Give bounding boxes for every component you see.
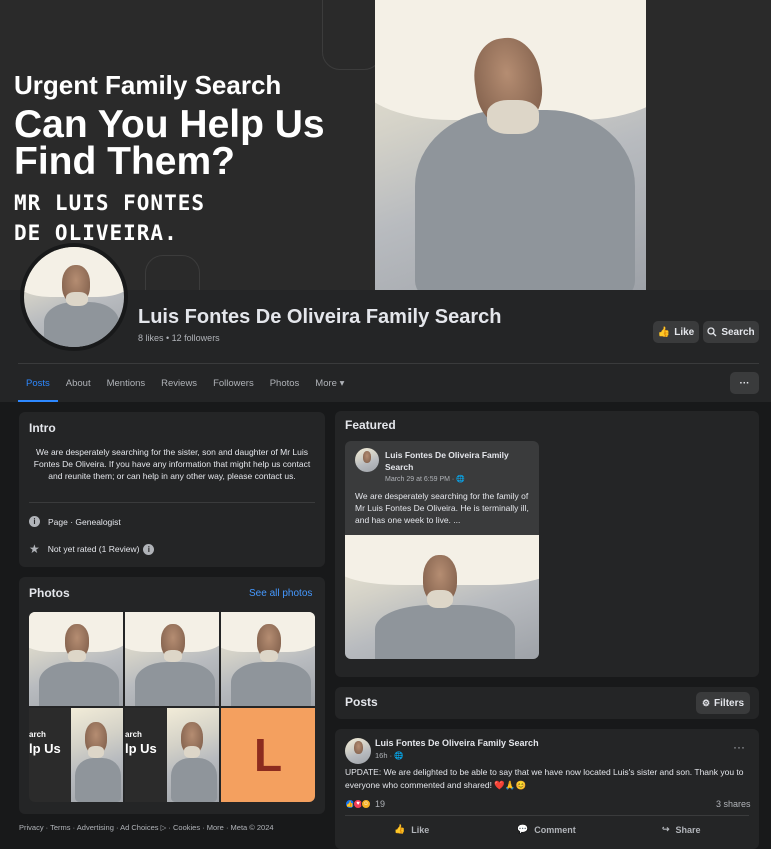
- post-text: UPDATE: We are delighted to be able to s…: [345, 767, 744, 790]
- reactions-summary[interactable]: 👍 ♥ ☺ 19: [345, 799, 385, 809]
- cover-decoration: [145, 255, 200, 290]
- cover-headline: Can You Help Us Find Them?: [14, 103, 325, 183]
- tab-posts[interactable]: Posts: [18, 364, 58, 402]
- sliders-icon: ⚙: [701, 697, 711, 708]
- cover-heading: Urgent Family Search: [14, 70, 282, 100]
- thumbs-up-icon: 👍: [394, 824, 406, 834]
- page-stats[interactable]: 8 likes • 12 followers: [138, 333, 220, 343]
- photos-title: Photos: [29, 586, 70, 600]
- intro-category-row: i Page · Genealogist: [29, 516, 121, 527]
- rating-text[interactable]: Not yet rated (1 Review): [48, 544, 140, 554]
- post-time[interactable]: 16h · 🌐: [375, 751, 404, 760]
- share-button[interactable]: ↪ Share: [662, 824, 701, 835]
- intro-divider: [29, 502, 315, 503]
- shares-count[interactable]: 3 shares: [716, 799, 751, 809]
- cover-decoration: [322, 0, 382, 70]
- post-author[interactable]: Luis Fontes De Oliveira Family Search: [375, 738, 539, 748]
- search-icon: [707, 327, 717, 337]
- like-post-button[interactable]: 👍 Like: [394, 824, 429, 835]
- filters-button[interactable]: ⚙ Filters: [696, 692, 750, 714]
- featured-post[interactable]: Luis Fontes De Oliveira Family Search Ma…: [345, 441, 539, 659]
- featured-title: Featured: [345, 418, 396, 432]
- page-tabs: Posts About Mentions Reviews Followers P…: [18, 364, 352, 402]
- search-page-button[interactable]: Search: [703, 321, 759, 343]
- posts-title: Posts: [345, 695, 378, 709]
- info-icon: i: [29, 516, 40, 527]
- profile-avatar[interactable]: [20, 243, 128, 351]
- footer-links[interactable]: Privacy · Terms · Advertising · Ad Choic…: [19, 823, 274, 832]
- photo-thumbnail[interactable]: [125, 612, 219, 706]
- star-icon: ★: [29, 542, 40, 556]
- comment-button[interactable]: 💬 Comment: [517, 824, 576, 835]
- info-icon[interactable]: i: [143, 543, 155, 555]
- post-options-button[interactable]: ···: [733, 740, 745, 754]
- more-options-button[interactable]: ···: [730, 372, 759, 394]
- photo-thumbnail[interactable]: [221, 612, 315, 706]
- tab-reviews[interactable]: Reviews: [153, 364, 205, 402]
- photo-thumbnail[interactable]: [29, 612, 123, 706]
- cover-patient-photo: [375, 0, 646, 290]
- tab-more[interactable]: More ▾: [307, 364, 352, 402]
- intro-title: Intro: [29, 421, 56, 435]
- featured-date[interactable]: March 29 at 6:59 PM · 🌐: [385, 475, 465, 483]
- featured-text: We are desperately searching for the fam…: [355, 491, 529, 525]
- photo-thumbnail[interactable]: arch lp Us: [29, 708, 123, 802]
- author-avatar[interactable]: [355, 448, 379, 472]
- share-icon: ↪: [662, 824, 670, 834]
- like-page-button[interactable]: 👍 Like: [653, 321, 699, 343]
- intro-bio: We are desperately searching for the sis…: [33, 447, 311, 481]
- tab-followers[interactable]: Followers: [205, 364, 262, 402]
- photo-grid: arch lp Us arch lp Us L: [29, 612, 315, 802]
- intro-rating-row: ★ Not yet rated (1 Review) i: [29, 542, 155, 556]
- featured-author[interactable]: Luis Fontes De Oliveira Family Search: [385, 449, 525, 473]
- see-all-photos-link[interactable]: See all photos: [249, 588, 312, 599]
- tab-about[interactable]: About: [58, 364, 99, 402]
- reactions-count: 19: [375, 799, 386, 809]
- category-text: Page · Genealogist: [48, 516, 121, 527]
- tab-photos[interactable]: Photos: [262, 364, 308, 402]
- comment-icon: 💬: [517, 824, 529, 834]
- photo-thumbnail[interactable]: arch lp Us: [125, 708, 219, 802]
- author-avatar[interactable]: [345, 738, 371, 764]
- thumbs-up-icon: 👍: [657, 326, 671, 338]
- tab-mentions[interactable]: Mentions: [99, 364, 154, 402]
- care-reaction-icon: ☺: [361, 799, 371, 809]
- photo-thumbnail-letter[interactable]: L: [221, 708, 315, 802]
- cover-name: MR LUIS FONTES DE OLIVEIRA.: [14, 191, 206, 245]
- page-title: Luis Fontes De Oliveira Family Search: [138, 306, 502, 328]
- post-divider: [345, 815, 749, 816]
- featured-photo[interactable]: [345, 535, 539, 659]
